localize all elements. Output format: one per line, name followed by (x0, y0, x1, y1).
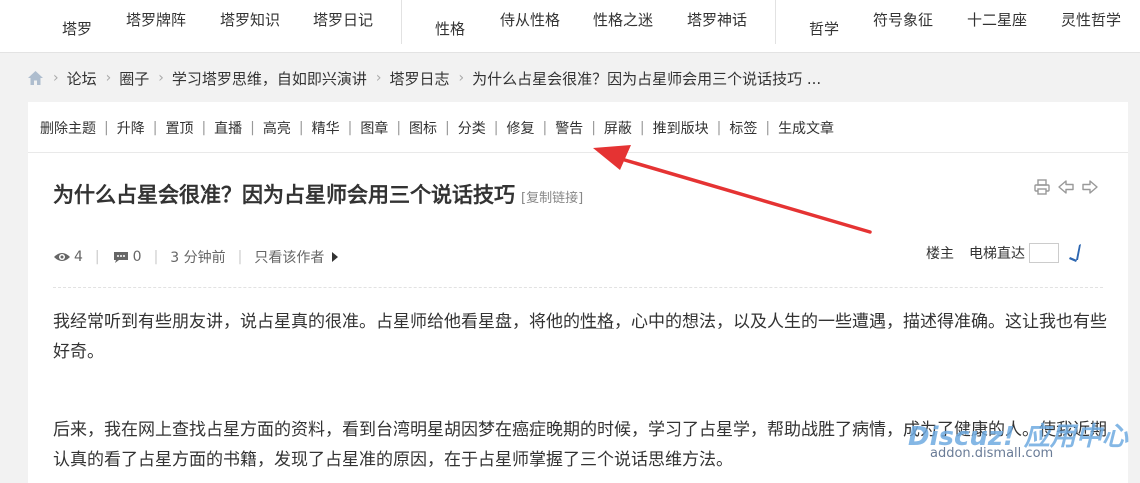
nav-tarot-myth[interactable]: 塔罗神话 (687, 9, 747, 30)
nav-personality-mystery[interactable]: 性格之迷 (593, 9, 653, 30)
nav-divider (401, 0, 402, 44)
breadcrumb-separator: › (375, 70, 382, 86)
elevator-input[interactable] (1029, 243, 1059, 263)
nav-philosophy[interactable]: 哲学 (809, 18, 839, 39)
post-time: 3 分钟前 (170, 250, 226, 266)
nav-spiritual-philosophy[interactable]: 灵性哲学 (1061, 9, 1121, 30)
post-title-row: 为什么占星会很准？因为占星师会用三个说话技巧 [复制链接] (53, 179, 583, 209)
moderation-action-button[interactable]: 置顶 (165, 118, 193, 138)
action-divider: | (396, 120, 402, 136)
moderation-actions: 删除主题 | 升降 | 置顶 | 直播 | 高亮 | 精华 | 图章 | 图标 | 分类 | 修复 | 警告 | 屏蔽 | 推到… (40, 118, 834, 138)
nav-page-personality[interactable]: 侍从性格 (500, 9, 560, 30)
paragraph-text: 我经常听到有些朋友讲，说占星真的很准。占星师给他看星盘，将他的 (53, 312, 580, 332)
action-divider: | (298, 120, 304, 136)
stat-divider: | (153, 249, 159, 265)
action-divider: | (765, 120, 771, 136)
print-icon[interactable] (1033, 178, 1051, 196)
comment-icon (113, 252, 128, 263)
elevator-label: 电梯直达 (969, 246, 1025, 262)
moderation-action-button[interactable]: 推到版块 (653, 118, 709, 138)
breadcrumb-separator: › (105, 70, 112, 86)
moderation-action-button[interactable]: 分类 (458, 118, 486, 138)
floor-navigation: 楼主 电梯直达 (926, 243, 1085, 263)
content-divider (53, 287, 1103, 288)
action-divider: | (445, 120, 450, 136)
author-only-link[interactable]: 只看该作者 (254, 247, 339, 267)
moderation-action-button[interactable]: 警告 (555, 118, 583, 138)
watermark-url: addon.dismall.com (930, 446, 1054, 461)
nav-divider (775, 0, 776, 44)
top-navigation: 塔罗 塔罗牌阵 塔罗知识 塔罗日记 性格 侍从性格 性格之迷 塔罗神话 哲学 符… (0, 0, 1140, 53)
go-icon[interactable] (1067, 243, 1085, 263)
nav-tarot-spreads[interactable]: 塔罗牌阵 (126, 9, 186, 30)
breadcrumb-circle[interactable]: 圈子 (119, 68, 149, 89)
action-divider: | (639, 120, 645, 136)
post-paragraph-1: 我经常听到有些朋友讲，说占星真的很准。占星师给他看星盘，将他的性格，心中的想法，… (53, 307, 1113, 367)
author-only-label: 只看该作者 (254, 250, 325, 266)
breadcrumb: › 论坛 › 圈子 › 学习塔罗思维，自如即兴演讲 › 塔罗日志 › 为什么占星… (27, 67, 821, 89)
action-divider: | (493, 120, 499, 136)
stat-divider: | (237, 249, 243, 265)
moderation-action-button[interactable]: 图标 (409, 118, 437, 138)
personality-link[interactable]: 性格 (580, 312, 614, 332)
moderation-action-button[interactable]: 屏蔽 (604, 118, 632, 138)
breadcrumb-group[interactable]: 学习塔罗思维，自如即兴演讲 (172, 68, 367, 89)
nav-tarot-knowledge[interactable]: 塔罗知识 (220, 9, 280, 30)
breadcrumb-board[interactable]: 塔罗日志 (389, 68, 449, 89)
view-count: 4 (74, 249, 83, 265)
action-divider: | (104, 120, 109, 136)
nav-symbols[interactable]: 符号象征 (873, 9, 933, 30)
action-divider: | (542, 120, 548, 136)
action-divider: | (152, 120, 158, 136)
moderation-action-button[interactable]: 直播 (214, 118, 242, 138)
stat-divider: | (94, 249, 100, 265)
breadcrumb-separator: › (53, 70, 59, 86)
eye-icon (54, 253, 70, 261)
nav-tarot-diary[interactable]: 塔罗日记 (313, 9, 373, 30)
action-divider: | (347, 120, 353, 136)
prev-icon[interactable] (1057, 178, 1075, 196)
nav-personality[interactable]: 性格 (435, 18, 465, 39)
breadcrumb-separator: › (158, 70, 164, 86)
moderation-action-button[interactable]: 生成文章 (778, 118, 834, 138)
moderation-action-button[interactable]: 升降 (117, 118, 145, 138)
copy-link-button[interactable]: [复制链接] (521, 191, 583, 206)
nav-tarot[interactable]: 塔罗 (62, 18, 92, 39)
breadcrumb-current-thread[interactable]: 为什么占星会很准？因为占星师会用三个说话技巧 ... (472, 68, 821, 89)
caret-right-icon (332, 252, 339, 262)
home-icon[interactable] (27, 70, 44, 86)
moderation-toolbar: 删除主题 | 升降 | 置顶 | 直播 | 高亮 | 精华 | 图章 | 图标 | 分类 | 修复 | 警告 | 屏蔽 | 推到… (28, 102, 1128, 153)
breadcrumb-separator: › (458, 70, 465, 86)
watermark: Discuz! 应用中心 addon.dismall.com (890, 410, 1140, 479)
action-divider: | (250, 120, 255, 136)
moderation-action-button[interactable]: 精华 (312, 118, 340, 138)
floor-owner-label[interactable]: 楼主 (926, 243, 954, 263)
reply-count: 0 (132, 249, 142, 265)
post-stats: 4 | 0 | 3 分钟前 | 只看该作者 (53, 247, 339, 267)
action-divider: | (716, 120, 722, 136)
breadcrumb-forum[interactable]: 论坛 (67, 68, 97, 89)
moderation-action-button[interactable]: 标签 (729, 118, 757, 138)
post-title: 为什么占星会很准？因为占星师会用三个说话技巧 (53, 183, 515, 207)
action-divider: | (591, 120, 596, 136)
action-divider: | (201, 120, 207, 136)
moderation-action-button[interactable]: 高亮 (263, 118, 291, 138)
next-icon[interactable] (1081, 178, 1099, 196)
nav-zodiac[interactable]: 十二星座 (967, 9, 1027, 30)
moderation-action-button[interactable]: 图章 (360, 118, 388, 138)
moderation-action-button[interactable]: 删除主题 (40, 118, 96, 138)
post-tools (1033, 178, 1099, 196)
moderation-action-button[interactable]: 修复 (506, 118, 534, 138)
